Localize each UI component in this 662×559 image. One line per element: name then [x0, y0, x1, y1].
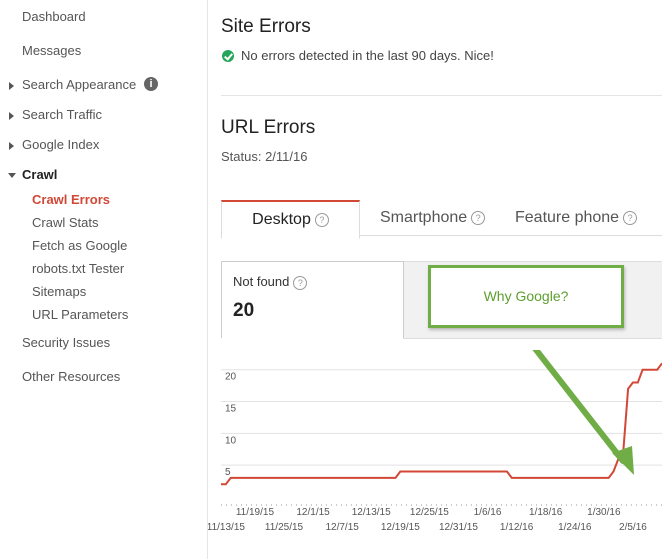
sidebar-item-search-traffic[interactable]: Search Traffic [9, 107, 102, 122]
chart-x-tick-label: 1/6/16 [474, 507, 502, 518]
url-errors-title: URL Errors [221, 117, 316, 138]
info-icon[interactable]: i [144, 77, 158, 91]
chart-x-labels: 11/19/15 12/1/15 12/13/15 12/25/15 1/6/16 1/1… [208, 507, 647, 533]
help-icon[interactable]: ? [314, 212, 329, 227]
sidebar-item-crawl-stats[interactable]: Crawl Stats [32, 215, 98, 230]
chart-y-tick-label: 5 [225, 467, 231, 478]
metric-value: 20 [233, 300, 255, 321]
chart-y-labels: 20 15 10 5 [225, 372, 237, 478]
sidebar: Dashboard Messages Search Appearance i S… [0, 0, 208, 559]
tab-feature-phone-label: Feature phone [515, 209, 620, 226]
status-text: Status: 2/11/16 [221, 149, 308, 164]
metric-label-text: Not found [233, 274, 290, 289]
sidebar-item-search-appearance[interactable]: Search Appearance [8, 77, 136, 92]
sidebar-item-security-issues[interactable]: Security Issues [22, 335, 110, 350]
chart-x-tick-label: 1/18/16 [529, 507, 563, 518]
tab-smartphone[interactable]: Smartphone? [380, 200, 486, 236]
chart-x-tick-label: 12/19/15 [381, 522, 420, 533]
chart-x-tick-label: 11/13/15 [208, 522, 245, 533]
chart-x-tick-label: 11/19/15 [236, 507, 275, 518]
sidebar-item-crawl-errors[interactable]: Crawl Errors [32, 192, 110, 207]
site-errors-title: Site Errors [221, 16, 311, 37]
chart-x-tick-label: 1/24/16 [558, 522, 592, 533]
chart-x-tick-label: 12/1/15 [296, 507, 330, 518]
callout-arrow [532, 350, 634, 475]
tab-desktop[interactable]: Desktop? [221, 200, 360, 239]
sidebar-item-robots-tester[interactable]: robots.txt Tester [32, 261, 124, 276]
sidebar-item-crawl[interactable]: Crawl [7, 167, 57, 182]
callout-text: Why Google? [483, 288, 569, 304]
chart-x-tick-label: 11/25/15 [265, 522, 304, 533]
metric-label: Not found? [233, 274, 308, 290]
main-content: Site Errors No errors detected in the la… [208, 0, 662, 559]
chart-x-tick-label: 12/25/15 [410, 507, 449, 518]
check-circle-icon [222, 50, 234, 62]
help-icon[interactable]: ? [471, 210, 486, 225]
chart-y-tick-label: 15 [225, 404, 237, 415]
metric-not-found[interactable]: Not found? 20 [221, 261, 404, 338]
sidebar-item-dashboard[interactable]: Dashboard [22, 9, 86, 24]
divider [221, 95, 662, 96]
sidebar-item-fetch-as-google[interactable]: Fetch as Google [32, 238, 127, 253]
site-errors-message: No errors detected in the last 90 days. … [241, 48, 494, 63]
tab-smartphone-label: Smartphone [380, 209, 468, 226]
sidebar-item-messages[interactable]: Messages [22, 43, 81, 58]
sidebar-item-sitemaps[interactable]: Sitemaps [32, 284, 86, 299]
chart-x-tick-label: 1/30/16 [587, 507, 621, 518]
chart-y-tick-label: 10 [225, 435, 237, 446]
callout-box: Why Google? [428, 265, 624, 328]
tab-desktop-label: Desktop [252, 211, 311, 228]
chart-x-tick-label: 12/31/15 [439, 522, 478, 533]
chart-y-tick-label: 20 [225, 372, 237, 383]
chart-x-tick-label: 2/5/16 [619, 522, 647, 533]
sidebar-item-url-parameters[interactable]: URL Parameters [32, 307, 128, 322]
chart-x-tick-label: 1/12/16 [500, 522, 534, 533]
help-icon[interactable]: ? [293, 275, 308, 290]
chart-x-tick-label: 12/13/15 [352, 507, 391, 518]
sidebar-item-other-resources[interactable]: Other Resources [22, 369, 120, 384]
chart-x-tick-label: 12/7/15 [325, 522, 359, 533]
chart-grid [221, 369, 662, 506]
tab-feature-phone[interactable]: Feature phone? [515, 200, 638, 236]
sidebar-item-google-index[interactable]: Google Index [8, 137, 99, 152]
help-icon[interactable]: ? [623, 210, 638, 225]
url-errors-chart: 2015105 11/19/15 12/1/15 12/13/15 12/25/15 1… [208, 350, 662, 533]
